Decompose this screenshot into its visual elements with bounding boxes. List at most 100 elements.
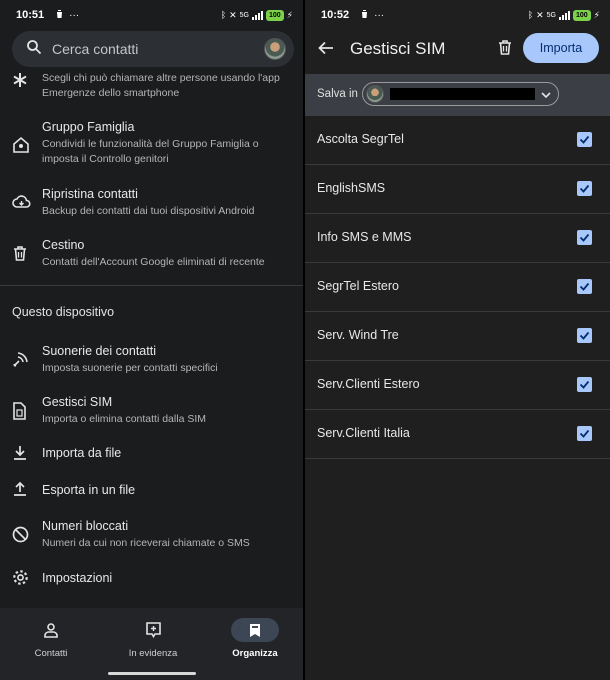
contacts-organize-screen: 10:51 ··· ᛒ ✕ 5G 100 ⚡ Cerca contatti Sc… xyxy=(0,0,303,680)
sim-contact-row[interactable]: Ascolta SegrTel xyxy=(305,116,610,165)
status-time: 10:51 xyxy=(16,9,45,21)
trash-notification-icon xyxy=(360,9,369,22)
checkbox[interactable] xyxy=(577,279,592,294)
charging-icon: ⚡ xyxy=(593,9,600,20)
sim-contact-row[interactable]: Serv. Wind Tre xyxy=(305,312,610,361)
item-subtitle: Condividi le funzionalità del Gruppo Fam… xyxy=(42,138,259,165)
sim-card-icon xyxy=(12,402,30,420)
nav-label: Organizza xyxy=(232,648,278,659)
contact-name: EnglishSMS xyxy=(317,181,386,195)
checkbox[interactable] xyxy=(577,426,592,441)
item-subtitle: Imposta suonerie per contatti specifici xyxy=(42,362,218,374)
battery-indicator: 100 xyxy=(265,9,284,21)
blocked-numbers-item[interactable]: Numeri bloccati Numeri da cui non riceve… xyxy=(0,518,303,554)
charging-icon: ⚡ xyxy=(286,9,293,20)
network-type: 5G xyxy=(239,11,249,19)
more-notifications-icon: ··· xyxy=(69,9,80,21)
item-subtitle: Backup dei contatti dai tuoi dispositivi… xyxy=(42,205,255,217)
checkbox[interactable] xyxy=(577,181,592,196)
highlight-icon xyxy=(129,618,177,642)
back-arrow-icon[interactable] xyxy=(317,39,337,59)
bookmark-icon xyxy=(231,618,279,642)
gesture-bar[interactable] xyxy=(107,672,196,675)
item-subtitle: Importa o elimina contatti dalla SIM xyxy=(42,413,206,425)
import-button[interactable]: Importa xyxy=(523,33,599,63)
nav-highlights[interactable]: In evidenza xyxy=(113,618,193,659)
trash-item[interactable]: Cestino Contatti dell'Account Google eli… xyxy=(0,237,303,273)
network-type: 5G xyxy=(546,11,556,19)
sim-contact-row[interactable]: Serv.Clienti Italia xyxy=(305,410,610,459)
battery-indicator: 100 xyxy=(572,9,591,21)
item-subtitle: Numeri da cui non riceverai chiamate o S… xyxy=(42,537,250,549)
trash-icon xyxy=(12,245,30,263)
redacted-account-name xyxy=(390,88,535,100)
gear-icon xyxy=(12,569,30,587)
checkbox[interactable] xyxy=(577,377,592,392)
contact-name: Serv. Wind Tre xyxy=(317,328,399,342)
sim-contact-row[interactable]: Info SMS e MMS xyxy=(305,214,610,263)
status-bar: 10:52 ··· ᛒ ✕ 5G 100 ⚡ xyxy=(305,0,610,30)
export-file-item[interactable]: Esporta in un file xyxy=(0,480,303,502)
sim-contact-row[interactable]: EnglishSMS xyxy=(305,165,610,214)
family-group-item[interactable]: Gruppo Famiglia Condividi le funzionalit… xyxy=(0,120,303,170)
more-notifications-icon: ··· xyxy=(374,9,385,21)
trash-notification-icon xyxy=(55,9,64,22)
bluetooth-icon: ᛒ xyxy=(527,10,534,20)
item-title: Impostazioni xyxy=(42,571,113,585)
status-time: 10:52 xyxy=(321,9,350,21)
download-icon xyxy=(12,445,30,463)
item-title: Gruppo Famiglia xyxy=(42,120,135,134)
account-avatar[interactable] xyxy=(264,38,286,60)
item-subtitle: Contatti dell'Account Google eliminati d… xyxy=(42,256,265,268)
contact-name: Ascolta SegrTel xyxy=(317,132,404,146)
contact-name: Serv.Clienti Estero xyxy=(317,377,420,391)
checkbox[interactable] xyxy=(577,328,592,343)
import-file-item[interactable]: Importa da file xyxy=(0,444,303,466)
bluetooth-icon: ᛒ xyxy=(220,10,227,20)
search-bar[interactable]: Cerca contatti xyxy=(12,31,294,67)
save-to-label: Salva in xyxy=(317,88,358,100)
account-avatar xyxy=(366,85,384,103)
mute-icon: ✕ xyxy=(229,9,237,20)
status-bar: 10:51 ··· ᛒ ✕ 5G 100 ⚡ xyxy=(0,0,303,30)
checkbox[interactable] xyxy=(577,230,592,245)
item-title: Importa da file xyxy=(42,446,122,460)
item-title: Ripristina contatti xyxy=(42,187,138,201)
checkbox[interactable] xyxy=(577,132,592,147)
restore-contacts-item[interactable]: Ripristina contatti Backup dei contatti … xyxy=(0,186,303,222)
nav-contacts[interactable]: Contatti xyxy=(11,618,91,659)
asterisk-icon xyxy=(12,72,30,90)
item-title: Gestisci SIM xyxy=(42,395,113,409)
ringtones-item[interactable]: Suonerie dei contatti Imposta suonerie p… xyxy=(0,343,303,379)
sim-contact-row[interactable]: SegrTel Estero xyxy=(305,263,610,312)
settings-item[interactable]: Impostazioni xyxy=(0,568,303,590)
ringtone-icon xyxy=(12,351,30,369)
item-subtitle: Scegli chi può chiamare altre persone us… xyxy=(42,72,280,99)
block-icon xyxy=(12,526,30,544)
account-selector[interactable] xyxy=(362,82,559,106)
signal-icon xyxy=(251,10,263,20)
cloud-restore-icon xyxy=(12,194,31,212)
section-title: Questo dispositivo xyxy=(12,305,115,319)
top-app-bar: Gestisci SIM Importa xyxy=(305,30,610,70)
search-input[interactable]: Cerca contatti xyxy=(52,41,264,57)
contact-name: Serv.Clienti Italia xyxy=(317,426,410,440)
manage-sim-item[interactable]: Gestisci SIM Importa o elimina contatti … xyxy=(0,394,303,430)
item-title: Cestino xyxy=(42,238,85,252)
page-title: Gestisci SIM xyxy=(350,39,446,58)
upload-icon xyxy=(12,481,30,499)
emergency-contacts-item[interactable]: Scegli chi può chiamare altre persone us… xyxy=(0,68,303,110)
sim-contact-row[interactable]: Serv.Clienti Estero xyxy=(305,361,610,410)
nav-label: Contatti xyxy=(34,648,68,659)
section-divider xyxy=(0,285,303,286)
nav-organize[interactable]: Organizza xyxy=(215,618,295,659)
trash-icon[interactable] xyxy=(497,39,515,57)
item-title: Esporta in un file xyxy=(42,483,136,497)
contact-name: SegrTel Estero xyxy=(317,279,399,293)
item-title: Suonerie dei contatti xyxy=(42,344,156,358)
search-icon xyxy=(26,39,42,60)
chevron-down-icon xyxy=(540,88,552,100)
signal-icon xyxy=(558,10,570,20)
item-title: Numeri bloccati xyxy=(42,519,129,533)
bottom-navigation: Contatti In evidenza Organizza xyxy=(0,608,303,680)
